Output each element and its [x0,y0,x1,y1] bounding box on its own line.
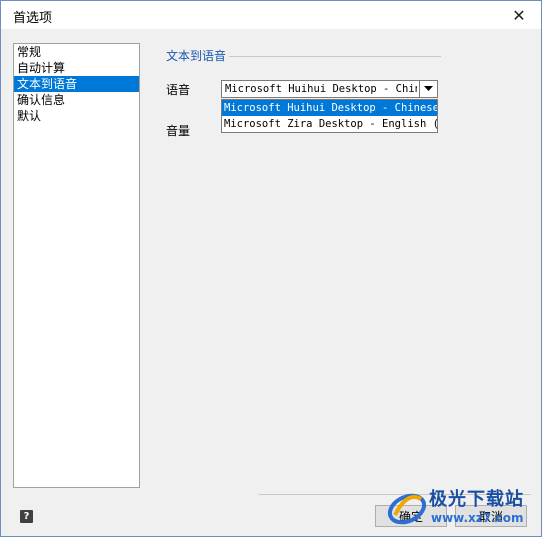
close-button[interactable]: ✕ [497,1,541,29]
section-divider [229,56,441,57]
help-button[interactable]: ? [20,510,33,523]
sidebar-item-auto-calc[interactable]: 自动计算 [14,60,139,76]
voice-label: 语音 [166,83,191,97]
section-title: 文本到语音 [166,49,227,63]
voice-option-huihui[interactable]: Microsoft Huihui Desktop - Chinese (Simp… [222,100,437,116]
category-list[interactable]: 常规 自动计算 文本到语音 确认信息 默认 [13,43,140,488]
watermark-logo-icon [387,493,427,525]
site-watermark: 极光下载站 www.xz7.com [385,481,541,533]
window-title: 首选项 [13,11,53,26]
help-icon: ? [23,511,30,522]
sidebar-item-general[interactable]: 常规 [14,44,139,60]
voice-select-value: Microsoft Huihui Desktop - Chinese (Simp… [225,83,417,95]
preferences-dialog: 首选项 ✕ 常规 自动计算 文本到语音 确认信息 默认 文本到语音 语音 音量 … [0,0,542,537]
watermark-url: www.xz7.com [431,511,524,525]
voice-dropdown-list[interactable]: Microsoft Huihui Desktop - Chinese (Simp… [221,99,438,133]
chevron-down-icon [424,86,433,91]
volume-label: 音量 [166,124,191,138]
title-bar: 首选项 ✕ [1,1,541,29]
voice-option-zira[interactable]: Microsoft Zira Desktop - English (United… [222,116,437,132]
voice-select[interactable]: Microsoft Huihui Desktop - Chinese (Simp… [221,80,438,98]
watermark-brand: 极光下载站 [429,489,524,510]
close-icon: ✕ [512,5,526,25]
sidebar-item-text-to-speech[interactable]: 文本到语音 [14,76,139,92]
dropdown-toggle[interactable] [419,81,437,97]
sidebar-item-defaults[interactable]: 默认 [14,108,139,124]
sidebar-item-confirmations[interactable]: 确认信息 [14,92,139,108]
